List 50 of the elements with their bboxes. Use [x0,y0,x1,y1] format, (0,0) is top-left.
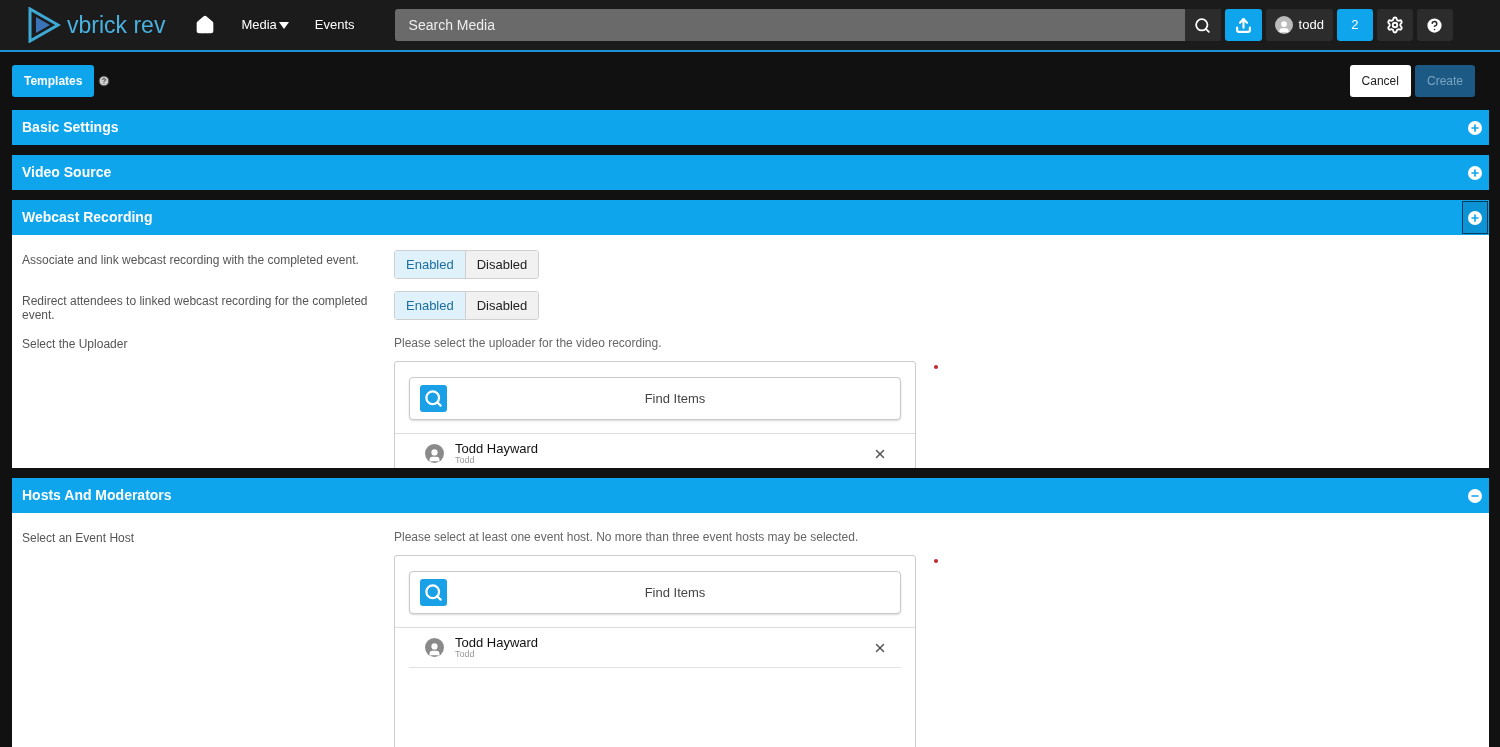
section-header[interactable]: Webcast Recording [12,200,1489,235]
avatar-icon [1274,16,1293,34]
setting-label: Select the Uploader [22,336,129,351]
search-icon [420,385,447,412]
search-field[interactable]: Search Media [394,9,1185,41]
help-icon [1425,15,1445,35]
logo-text: vbrick rev [67,10,166,40]
home-icon[interactable] [195,15,216,35]
upload-button[interactable] [1224,9,1262,41]
settings-icon [1385,16,1404,34]
search-icon [1194,16,1212,34]
caret-icon [278,21,289,29]
section-title: Webcast Recording [22,208,153,227]
upload-icon [1234,16,1252,34]
toggle-option[interactable]: Disabled [464,292,539,319]
section-header[interactable]: Hosts And Moderators [12,478,1489,513]
user-username: Todd [455,649,476,660]
avatar-icon [425,444,444,463]
nav-link[interactable]: Media [241,15,289,35]
setting-label: Associate and link webcast recording with the completed event. [22,252,360,267]
section-title: Basic Settings [22,118,119,137]
nav-link[interactable]: Events [314,15,355,35]
user-button[interactable]: todd [1265,9,1333,41]
search-icon [420,579,447,606]
setting-label: Select an Event Host [22,530,136,545]
toggle-option[interactable]: Enabled [395,251,465,278]
section-title: Video Source [22,163,112,182]
search-button[interactable] [1184,9,1221,41]
expand-button[interactable] [1462,201,1488,234]
user-username: Todd [455,455,476,466]
user-name: Todd Hayward [455,441,539,456]
section-header[interactable]: Video Source [12,155,1489,190]
hint-text: Please select at least one event host. No more than three event hosts may be selected. [394,529,860,545]
avatar-icon [425,638,444,657]
help-icon[interactable] [98,75,111,87]
toggle-option[interactable]: Disabled [464,251,539,278]
section-title: Hosts And Moderators [22,486,172,505]
notification-count[interactable]: 2 [1336,9,1373,41]
hint-text: Please select the uploader for the video recording. [394,335,663,351]
find-items-field[interactable]: Find Items [409,377,901,420]
section-header[interactable]: Basic Settings [12,110,1489,145]
settings-button[interactable] [1376,9,1413,41]
toggle-option[interactable]: Enabled [395,292,465,319]
find-items-field[interactable]: Find Items [409,571,901,614]
user-name: Todd Hayward [455,635,539,650]
setting-label: Redirect attendees to linked webcast recording for the completed event. [22,293,369,322]
cancel-button[interactable]: Cancel [1349,65,1411,97]
help-button[interactable] [1416,9,1453,41]
logo-icon [27,7,61,43]
templates-button[interactable]: Templates [12,65,95,97]
